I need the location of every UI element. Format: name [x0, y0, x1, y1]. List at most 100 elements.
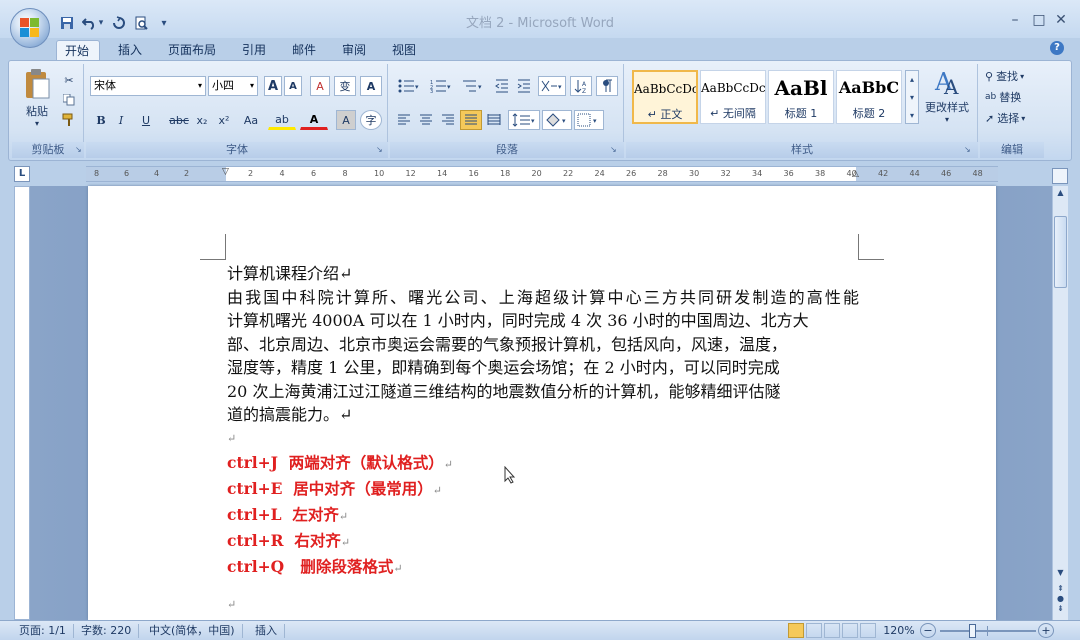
tab-view[interactable]: 视图 [384, 40, 424, 60]
character-border-button[interactable]: A [360, 76, 382, 96]
align-left-icon[interactable] [394, 110, 414, 130]
paragraph-mark: ↵ [227, 597, 237, 611]
chinese-layout-icon[interactable]: ▾ [538, 76, 566, 96]
font-launcher-icon[interactable]: ↘ [376, 145, 383, 154]
tab-home[interactable]: 开始 [56, 40, 100, 60]
copy-icon[interactable] [60, 90, 78, 110]
tab-mailings[interactable]: 邮件 [284, 40, 324, 60]
find-button[interactable]: ⚲ 查找 ▾ [984, 66, 1042, 86]
vertical-ruler[interactable] [14, 186, 30, 620]
print-layout-view-icon[interactable] [788, 623, 804, 638]
tab-review[interactable]: 审阅 [334, 40, 374, 60]
align-center-icon[interactable] [416, 110, 436, 130]
save-icon[interactable] [58, 14, 76, 32]
zoom-slider[interactable] [940, 624, 1036, 638]
style-heading-2[interactable]: AaBbC 标题 2 [836, 70, 902, 124]
select-browse-object-icon[interactable]: ● [1054, 594, 1067, 603]
style-name: ↵ 正文 [647, 108, 683, 121]
document-page[interactable]: 计算机课程介绍↵ 由我国中科院计算所、曙光公司、上海超级计算中心三方共同研发制造… [88, 186, 996, 620]
change-case-button[interactable]: Aa [238, 110, 264, 130]
close-button[interactable]: ✕ [1046, 12, 1076, 30]
align-right-icon[interactable] [438, 110, 458, 130]
format-painter-icon[interactable] [60, 110, 78, 130]
styles-scroll[interactable]: ▴ ▾ ▾ [905, 70, 919, 124]
underline-button[interactable]: U [134, 110, 158, 130]
grow-font-button[interactable]: A [264, 76, 282, 96]
right-indent-marker[interactable]: △ [852, 169, 859, 179]
styles-launcher-icon[interactable]: ↘ [964, 145, 971, 154]
bold-button[interactable]: B [92, 110, 110, 130]
redo-icon[interactable] [110, 14, 128, 32]
highlight-button[interactable]: ab [268, 110, 296, 130]
numbering-icon[interactable]: 1 2 3 ▾ [426, 76, 456, 96]
chevron-down-icon: ▾ [1021, 113, 1026, 123]
justify-icon[interactable] [460, 110, 482, 130]
scroll-up-icon[interactable]: ▲ [1054, 188, 1067, 202]
zoom-level[interactable]: 120% [882, 624, 916, 637]
page-count[interactable]: 页面: 1/1 [12, 624, 74, 638]
character-shading-button[interactable]: A [336, 110, 356, 130]
shrink-font-button[interactable]: A [284, 76, 302, 96]
language-indicator[interactable]: 中文(简体，中国) [142, 624, 243, 638]
vertical-scrollbar[interactable]: ▲ ▼ ⇞ ● ⇟ [1052, 186, 1068, 620]
paragraph-launcher-icon[interactable]: ↘ [610, 145, 617, 154]
font-color-button[interactable]: A [300, 110, 328, 130]
undo-dropdown-icon[interactable]: ▾ [96, 14, 106, 32]
subscript-button[interactable]: x₂ [192, 110, 212, 130]
zoom-slider-thumb[interactable] [969, 624, 976, 638]
draft-view-icon[interactable] [860, 623, 876, 638]
insert-mode[interactable]: 插入 [248, 624, 285, 638]
font-name-dropdown[interactable]: 宋体 ▾ [90, 76, 206, 96]
enclose-characters-button[interactable]: 字 [360, 110, 382, 130]
font-size-dropdown[interactable]: 小四 ▾ [208, 76, 258, 96]
previous-page-icon[interactable]: ⇞ [1054, 584, 1067, 593]
line-spacing-icon[interactable]: ▾ [508, 110, 540, 130]
full-screen-reading-icon[interactable] [806, 623, 822, 638]
change-styles-button[interactable]: AA 更改样式 ▾ [922, 66, 972, 126]
scroll-down-icon[interactable]: ▼ [1054, 568, 1067, 577]
paste-button[interactable]: 粘贴 ▾ [18, 68, 56, 128]
cut-icon[interactable]: ✂ [60, 70, 78, 90]
distributed-icon[interactable] [484, 110, 504, 130]
print-preview-icon[interactable] [132, 14, 150, 32]
clipboard-launcher-icon[interactable]: ↘ [75, 145, 82, 154]
office-button[interactable] [10, 8, 50, 48]
strikethrough-button[interactable]: abc [168, 110, 190, 130]
sort-icon[interactable]: AZ [570, 76, 592, 96]
tab-page-layout[interactable]: 页面布局 [160, 40, 224, 60]
word-count[interactable]: 字数: 220 [74, 624, 140, 638]
show-marks-icon[interactable] [596, 76, 618, 96]
style-heading-1[interactable]: AaBl 标题 1 [768, 70, 834, 124]
phonetic-guide-button[interactable]: 变 [334, 76, 356, 96]
increase-indent-icon[interactable] [514, 76, 534, 96]
view-ruler-icon[interactable] [1052, 168, 1068, 184]
select-button[interactable]: ➚ 选择 ▾ [984, 108, 1042, 128]
left-indent-marker[interactable]: ▽ [222, 167, 229, 177]
horizontal-ruler[interactable]: 8642 2 4 6 8 10 12 14 16 18 20 22 24 26 28 30 32 34 36 38 4… [86, 166, 998, 182]
superscript-button[interactable]: x² [214, 110, 234, 130]
style-no-spacing[interactable]: AaBbCcDc ↵ 无间隔 [700, 70, 766, 124]
style-name: 标题 2 [852, 107, 886, 120]
zoom-in-button[interactable]: + [1038, 623, 1054, 638]
borders-icon[interactable]: ▾ [574, 110, 604, 130]
shading-icon[interactable]: ▾ [542, 110, 572, 130]
tab-selector[interactable]: L [14, 166, 30, 182]
bullets-icon[interactable]: ▾ [394, 76, 424, 96]
customize-qat-icon[interactable]: ▾ [158, 14, 170, 32]
tab-insert[interactable]: 插入 [110, 40, 150, 60]
font-group-label: 字体 [86, 142, 388, 158]
zoom-out-button[interactable]: − [920, 623, 936, 638]
clear-format-button[interactable]: A [310, 76, 330, 96]
style-normal[interactable]: AaBbCcDc ↵ 正文 [632, 70, 698, 124]
next-page-icon[interactable]: ⇟ [1054, 604, 1067, 613]
multilevel-list-icon[interactable]: ▾ [458, 76, 488, 96]
replace-button[interactable]: ab 替换 [984, 87, 1042, 107]
outline-view-icon[interactable] [842, 623, 858, 638]
document-body[interactable]: 计算机课程介绍↵ 由我国中科院计算所、曙光公司、上海超级计算中心三方共同研发制造… [227, 262, 859, 611]
web-layout-icon[interactable] [824, 623, 840, 638]
tab-references[interactable]: 引用 [234, 40, 274, 60]
italic-button[interactable]: I [112, 110, 130, 130]
decrease-indent-icon[interactable] [492, 76, 512, 96]
help-icon[interactable]: ? [1050, 41, 1064, 55]
scroll-thumb[interactable] [1054, 216, 1067, 288]
